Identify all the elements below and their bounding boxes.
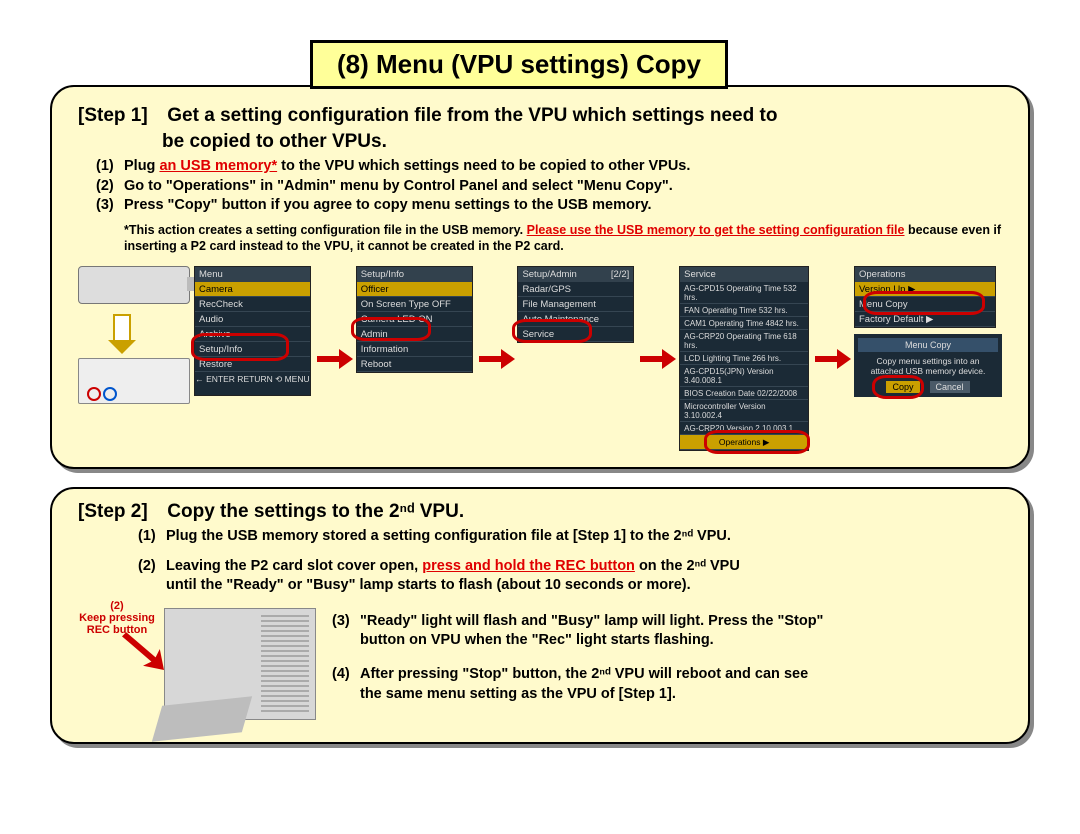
menu-item: Audio bbox=[195, 312, 310, 327]
menu-item: AG-CRP20 Operating Time 618 hrs. bbox=[680, 330, 808, 352]
list-num: (3) bbox=[96, 196, 124, 216]
text: on the 2ⁿᵈ VPU bbox=[635, 558, 740, 574]
text: Leaving the P2 card slot cover open, bbox=[166, 558, 422, 574]
highlight-ring bbox=[863, 291, 985, 315]
text: button on VPU when the "Rec" light start… bbox=[360, 632, 714, 648]
vpu-open-image bbox=[164, 608, 316, 720]
menu-screen-5: Operations Version Up ▶ Menu Copy Factor… bbox=[854, 266, 996, 328]
menu-item: CAM1 Operating Time 4842 hrs. bbox=[680, 317, 808, 330]
text: Press "Copy" button if you agree to copy… bbox=[124, 196, 652, 216]
step1-heading-a: Get a setting configuration file from th… bbox=[167, 105, 777, 126]
screen-footer: ← ENTER RETURN ⟲ MENU bbox=[195, 372, 310, 387]
text: Plug bbox=[124, 158, 159, 174]
list-num: (2) bbox=[96, 177, 124, 197]
screen-title: Setup/Info bbox=[361, 269, 404, 280]
menu-item: FAN Operating Time 532 hrs. bbox=[680, 304, 808, 317]
text: After pressing "Stop" button, the 2ⁿᵈ VP… bbox=[360, 666, 808, 682]
step2-panel: [Step 2] Copy the settings to the 2ⁿᵈ VP… bbox=[50, 487, 1030, 744]
menu-item: LCD Lighting Time 266 hrs. bbox=[680, 352, 808, 365]
screen-title: Setup/Admin bbox=[522, 269, 576, 280]
page-indicator: [2/2] bbox=[611, 269, 630, 280]
step1-panel: [Step 1] Get a setting configuration fil… bbox=[50, 85, 1030, 469]
rec-button-callout: (2) Keep pressing REC button bbox=[78, 600, 156, 728]
vpu-device-image bbox=[78, 358, 190, 404]
menu-item: On Screen Type OFF bbox=[357, 297, 472, 312]
usb-stick-image bbox=[78, 266, 190, 304]
dialog-title: Menu Copy bbox=[858, 338, 998, 352]
step1-heading-b: be copied to other VPUs. bbox=[162, 131, 387, 152]
arrow-right-icon bbox=[815, 349, 848, 369]
callout-num: (2) bbox=[78, 600, 156, 612]
menu-screen-4: Service AG-CPD15 Operating Time 532 hrs.… bbox=[679, 266, 809, 451]
arrow-right-icon bbox=[317, 349, 350, 369]
down-arrow-icon bbox=[108, 314, 136, 354]
dialog-msg: Copy menu settings into an bbox=[858, 356, 998, 366]
step2-heading: Copy the settings to the 2ⁿᵈ VPU. bbox=[167, 501, 464, 522]
usb-warning: an USB memory* bbox=[159, 158, 277, 174]
list-num: (1) bbox=[138, 527, 166, 547]
menu-item: Reboot bbox=[357, 357, 472, 372]
text: to the VPU which settings need to be cop… bbox=[277, 158, 690, 174]
list-num: (4) bbox=[332, 665, 360, 704]
highlight-ring bbox=[704, 430, 810, 454]
step1-list: (1) Plug an USB memory* to the VPU which… bbox=[96, 157, 1002, 216]
list-num: (3) bbox=[332, 612, 360, 651]
list-num: (1) bbox=[96, 157, 124, 177]
menu-copy-dialog: Menu Copy Copy menu settings into an att… bbox=[854, 334, 1002, 396]
menu-item: Microcontroller Version 3.10.002.4 bbox=[680, 400, 808, 422]
rec-warning: press and hold the REC button bbox=[422, 558, 635, 574]
menu-screen-3: Setup/Admin [2/2] Radar/GPS File Manageme… bbox=[517, 266, 634, 343]
menu-item: Radar/GPS bbox=[518, 282, 633, 297]
menu-screen-1: Menu Camera RecCheck Audio Archive Setup… bbox=[194, 266, 311, 396]
menu-screenshots-row: Menu Camera RecCheck Audio Archive Setup… bbox=[78, 266, 1002, 451]
text: until the "Ready" or "Busy" lamp starts … bbox=[166, 577, 691, 593]
menu-item: File Management bbox=[518, 297, 633, 312]
text: the same menu setting as the VPU of [Ste… bbox=[360, 686, 676, 702]
screen-title: Menu bbox=[199, 269, 223, 280]
arrow-diag-icon bbox=[122, 628, 164, 670]
menu-item: AG-CPD15 Operating Time 532 hrs. bbox=[680, 282, 808, 304]
arrow-right-icon bbox=[479, 349, 512, 369]
text: *This action creates a setting configura… bbox=[124, 223, 527, 237]
menu-item: Information bbox=[357, 342, 472, 357]
list-num: (2) bbox=[138, 557, 166, 596]
step1-note: *This action creates a setting configura… bbox=[124, 222, 1002, 255]
menu-item: Camera bbox=[195, 282, 310, 297]
highlight-ring bbox=[512, 319, 592, 343]
step2-label: [Step 2] bbox=[78, 501, 162, 523]
menu-item: RecCheck bbox=[195, 297, 310, 312]
cancel-button[interactable]: Cancel bbox=[930, 381, 970, 393]
arrow-right-icon bbox=[640, 349, 673, 369]
page-title: (8) Menu (VPU settings) Copy bbox=[310, 40, 728, 89]
text: Plug the USB memory stored a setting con… bbox=[166, 527, 731, 547]
text: Go to "Operations" in "Admin" menu by Co… bbox=[124, 177, 673, 197]
highlight-ring bbox=[351, 317, 431, 341]
step1-label: [Step 1] bbox=[78, 105, 162, 127]
highlight-ring bbox=[191, 333, 289, 361]
highlight-ring bbox=[872, 375, 924, 399]
menu-item: BIOS Creation Date 02/22/2008 bbox=[680, 387, 808, 400]
menu-screen-2: Setup/Info Officer On Screen Type OFF Ca… bbox=[356, 266, 473, 373]
menu-item: AG-CPD15(JPN) Version 3.40.008.1 bbox=[680, 365, 808, 387]
menu-item: Officer bbox=[357, 282, 472, 297]
text: "Ready" light will flash and "Busy" lamp… bbox=[360, 613, 823, 629]
note-warning: Please use the USB memory to get the set… bbox=[527, 223, 905, 237]
screen-title: Service bbox=[684, 269, 716, 280]
screen-title: Operations bbox=[859, 269, 905, 280]
